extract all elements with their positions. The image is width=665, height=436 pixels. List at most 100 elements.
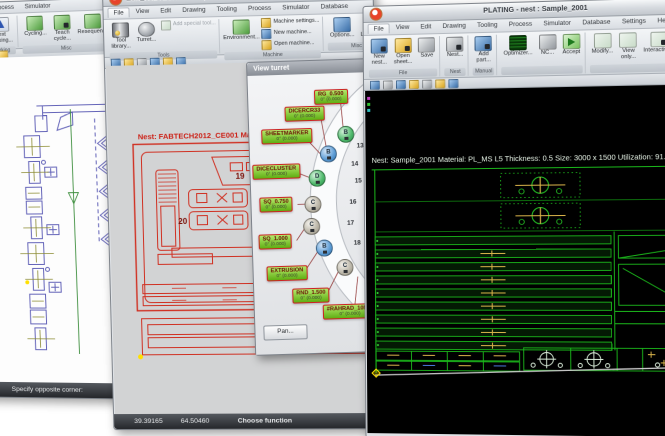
teach-cycle-button[interactable]: Teach cycle... <box>50 14 74 44</box>
environment-button[interactable]: Environment... <box>224 18 259 43</box>
station-number: 15 <box>355 177 362 184</box>
teach-cycle-label: Teach cycle... <box>53 30 73 42</box>
right-window-title: PLATING - nest : Sample_2001 <box>483 5 587 15</box>
modify-icon <box>593 33 611 49</box>
options-button[interactable]: Options... <box>327 16 356 41</box>
open-sheet-button[interactable]: Open sheet... <box>392 37 415 67</box>
open-machine-icon <box>262 40 272 50</box>
tool-label[interactable]: SQ_1.000 0° (0.000) <box>258 234 292 250</box>
station-letter: D <box>315 173 320 179</box>
tool-detail: 0° (0.000) <box>271 273 304 279</box>
interactive-icon <box>650 31 665 47</box>
tab-simulator[interactable]: Simulator <box>538 18 576 29</box>
tab-settings[interactable]: Settings <box>617 16 651 27</box>
tab-edit[interactable]: Edit <box>155 6 176 17</box>
middle-group-tools: Tool library... Turret... Add special to… <box>107 19 221 56</box>
quick-icon[interactable] <box>370 80 380 89</box>
part-number-19: 19 <box>235 172 245 181</box>
tool-chip-icon <box>343 269 347 272</box>
tab-process[interactable]: Process <box>243 4 277 15</box>
quick-icon[interactable] <box>383 80 393 89</box>
tab-process[interactable]: Process <box>0 3 19 13</box>
quick-icon[interactable] <box>422 79 432 88</box>
tab-process[interactable]: Process <box>504 19 538 30</box>
right-group-tooling: Modify... View only... Interactive... In… <box>587 28 665 73</box>
station-number: 14 <box>351 161 358 168</box>
tab-edit[interactable]: Edit <box>415 22 436 33</box>
tool-label[interactable]: EXTRUSION 0° (0.000) <box>266 265 307 282</box>
status-coord-x: 39.39165 <box>134 418 163 425</box>
status-coord-y: 64.50460 <box>181 418 210 425</box>
station-number: 16 <box>349 199 356 206</box>
machine-settings-button[interactable]: Machine settings... <box>260 17 320 29</box>
new-machine-icon <box>262 29 272 39</box>
new-machine-button[interactable]: New machine... <box>261 28 321 40</box>
modify-button[interactable]: Modify... <box>589 32 615 57</box>
interactive-button[interactable]: Interactive... <box>641 30 665 55</box>
turret-button[interactable]: Turret... <box>134 21 158 45</box>
accept-button[interactable]: Accept <box>560 33 582 58</box>
status-message: Choose function <box>238 417 293 424</box>
open-machine-button[interactable]: Open machine... <box>261 39 321 50</box>
view-only-button[interactable]: View only... <box>617 31 639 62</box>
tab-tooling[interactable]: Tooling <box>212 4 243 15</box>
pan-button[interactable]: Pan... <box>263 324 307 340</box>
text-marking-button[interactable]: Text marking... <box>0 16 16 46</box>
station-number: 18 <box>354 239 361 246</box>
right-group-file: New nest... Open sheet... Save File <box>367 36 441 78</box>
cycling-button[interactable]: Cycling... <box>22 14 49 39</box>
tab-drawing[interactable]: Drawing <box>177 5 211 16</box>
view-only-icon <box>619 32 637 48</box>
tab-view[interactable]: View <box>131 7 155 18</box>
left-group-marking: Text marking... Marking <box>0 16 19 49</box>
environment-label: Environment... <box>223 35 260 42</box>
add-special-tool-button[interactable]: Add special tool... <box>160 19 217 30</box>
save-icon <box>418 37 435 53</box>
nest-button[interactable]: Nest... <box>444 35 465 60</box>
tab-help[interactable]: Help <box>652 16 665 27</box>
open-machine-label: Open machine... <box>274 41 314 48</box>
tool-detail: 0° (0.000) <box>289 114 321 120</box>
tab-tooling[interactable]: Tooling <box>472 20 503 31</box>
machine-settings-label: Machine settings... <box>273 19 319 26</box>
options-label: Options... <box>330 33 355 40</box>
new-nest-button[interactable]: New nest... <box>369 37 390 67</box>
add-part-label: Add part... <box>475 52 492 64</box>
tab-simulator[interactable]: Simulator <box>277 3 315 14</box>
tool-label[interactable]: RND_1.500 0° (0.000) <box>292 287 330 304</box>
tab-database[interactable]: Database <box>577 17 616 28</box>
optimizer-button[interactable]: Optimizer... <box>501 34 534 59</box>
quick-icon[interactable] <box>448 79 458 88</box>
station-letter: C <box>309 221 314 227</box>
right-group-label-file: File <box>369 68 438 77</box>
right-nest-canvas[interactable]: Nest: Sample_2001 Material: PL_MS L5 Thi… <box>365 84 665 436</box>
nest-label: Nest... <box>447 53 463 59</box>
tab-view[interactable]: View <box>391 23 415 34</box>
tool-label[interactable]: SQ_0.750 0° (0.000) <box>259 197 293 213</box>
tool-chip-icon <box>310 228 314 231</box>
tool-label[interactable]: DICERCR33 0° (0.000) <box>284 106 324 123</box>
tool-label[interactable]: SHEETMARKER 0° (0.000) <box>261 128 313 145</box>
tool-label[interactable]: RG_0.500 0° (0.000) <box>314 89 348 105</box>
right-ribbon: New nest... Open sheet... Save File <box>364 28 665 80</box>
left-group-misc: Cycling... Teach cycle... Resequen... Mi… <box>20 12 112 47</box>
folder-icon[interactable] <box>409 79 419 88</box>
tool-library-button[interactable]: Tool library... <box>109 21 133 51</box>
save-button[interactable]: Save <box>416 36 437 61</box>
add-special-tool-label: Add special tool... <box>173 21 216 28</box>
tab-simulator[interactable]: Simulator <box>20 1 56 11</box>
save-label: Save <box>420 53 433 59</box>
nc-button[interactable]: NC... <box>537 33 559 58</box>
quick-icon[interactable] <box>396 80 406 89</box>
add-part-button[interactable]: Add part... <box>473 35 495 66</box>
add-special-tool-icon <box>161 20 171 30</box>
folder-icon[interactable] <box>435 79 445 88</box>
tab-file[interactable]: File <box>368 23 390 34</box>
tab-database[interactable]: Database <box>315 2 353 13</box>
cycling-icon <box>27 16 44 31</box>
tab-drawing[interactable]: Drawing <box>437 21 471 32</box>
tool-detail: 0° (0.000) <box>256 172 296 179</box>
tab-file[interactable]: File <box>107 7 129 18</box>
tool-label[interactable]: DICECLUSTER 0° (0.000) <box>252 163 300 180</box>
right-group-nest: Nest... Nest <box>442 35 469 76</box>
